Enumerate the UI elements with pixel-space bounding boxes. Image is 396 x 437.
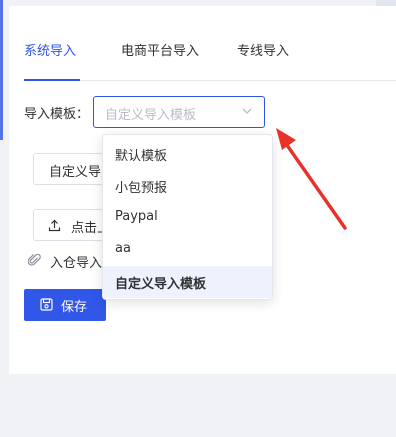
tab-ecommerce-import[interactable]: 电商平台导入 [121,41,199,81]
dropdown-option-paypal[interactable]: Paypal [103,202,272,234]
dropdown-option-aa[interactable]: aa [103,234,272,266]
custom-template-button[interactable]: 自定义导入模板 [33,153,113,185]
paperclip-icon [28,253,41,266]
upload-button[interactable]: 点击上传 [33,209,113,241]
left-accent-bar [0,0,3,140]
template-download-label: 入仓导入模板 [50,256,102,270]
tab-special-line-import[interactable]: 专线导入 [237,41,289,81]
chevron-down-icon [242,108,252,114]
save-icon [40,298,53,311]
template-select-placeholder: 自定义导入模板 [105,108,197,123]
dropdown-option-custom[interactable]: 自定义导入模板 [103,266,272,298]
save-button-label: 保存 [61,300,88,315]
template-label: 导入模板： [24,107,90,122]
template-dropdown-menu: 默认模板 小包预报 Paypal aa 自定义导入模板 [102,134,273,300]
dropdown-option-default[interactable]: 默认模板 [103,138,272,170]
dropdown-option-small-parcel[interactable]: 小包预报 [103,170,272,202]
save-button[interactable]: 保存 [24,289,106,321]
active-tab-indicator [24,79,80,81]
template-select[interactable]: 自定义导入模板 [93,96,265,128]
template-download-link[interactable]: 入仓导入模板 [28,252,102,270]
upload-icon [48,219,61,232]
tab-system-import[interactable]: 系统导入 [24,41,76,81]
import-tabs: 系统导入 电商平台导入 专线导入 [24,41,396,81]
